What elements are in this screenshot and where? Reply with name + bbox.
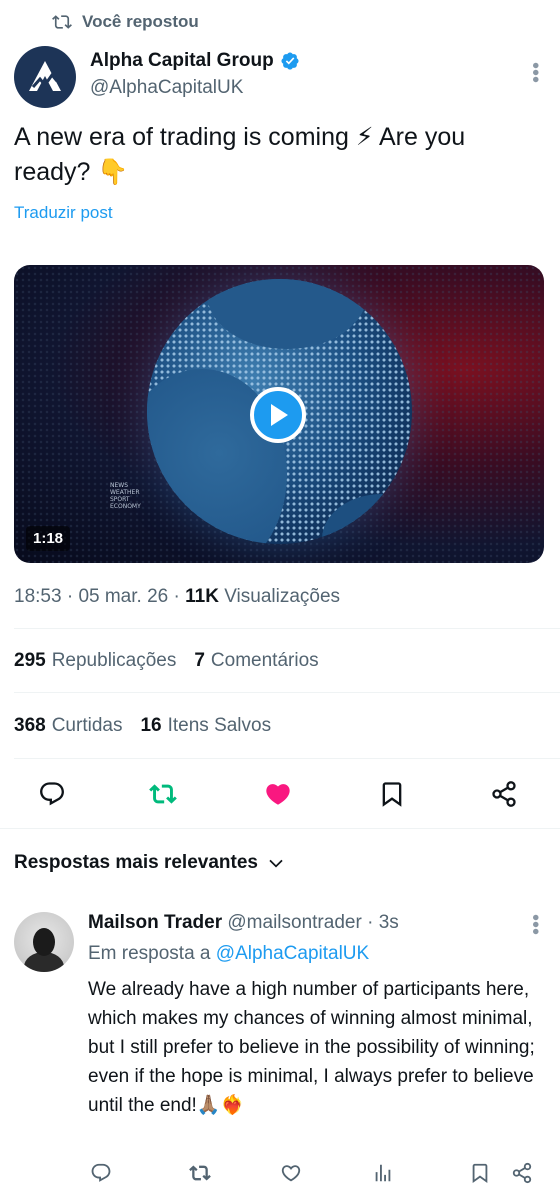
bookmark-icon[interactable]: [377, 779, 407, 809]
stats-row-1: 295 Republicações 7 Comentários: [14, 650, 319, 672]
reply-avatar[interactable]: [14, 912, 74, 972]
share-icon[interactable]: [489, 779, 519, 809]
reply-share-icon[interactable]: [509, 1160, 535, 1186]
divider: [14, 692, 560, 693]
play-icon: [271, 404, 288, 426]
divider: [14, 628, 560, 629]
more-options-icon[interactable]: •••: [524, 62, 546, 83]
replies-sort-label: Respostas mais relevantes: [14, 852, 258, 873]
reply-text: We already have a high number of partici…: [88, 979, 535, 1116]
views-label: Visualizações: [224, 586, 341, 607]
play-button[interactable]: [250, 387, 306, 443]
reply-author-handle: @mailsontrader: [227, 912, 362, 933]
reply-to-line: Em resposta a @AlphaCapitalUK: [88, 943, 369, 965]
replies-sort-dropdown[interactable]: Respostas mais relevantes: [14, 852, 284, 874]
chevron-down-icon: [269, 859, 283, 868]
tweet-meta: 18:53 · 05 mar. 26 · 11K Visualizações: [14, 586, 341, 607]
tweet-action-bar: [0, 775, 560, 815]
reply-like-icon[interactable]: [278, 1160, 304, 1186]
divider: [14, 758, 560, 759]
reply-icon[interactable]: [37, 779, 67, 809]
likes-stat[interactable]: 368 Curtidas: [14, 715, 122, 736]
author-handle: @AlphaCapitalUK: [90, 77, 244, 98]
repost-icon: [52, 15, 72, 29]
comments-stat[interactable]: 7 Comentários: [194, 650, 318, 671]
video-overlay-text: NEWS WEATHER SPORT ECONOMY: [110, 482, 141, 510]
reply-to-mention[interactable]: @AlphaCapitalUK: [216, 943, 369, 964]
views-count: 11K: [185, 586, 219, 607]
tweet-date: 05 mar. 26: [78, 586, 169, 607]
repost-label: Você repostou: [82, 12, 199, 31]
reply-bookmark-icon[interactable]: [467, 1160, 493, 1186]
video-duration: 1:18: [26, 526, 71, 551]
stats-row-2: 368 Curtidas 16 Itens Salvos: [14, 715, 271, 737]
divider: [0, 828, 560, 829]
reply-header: Mailson Trader @mailsontrader · 3s: [88, 912, 399, 933]
reposts-stat[interactable]: 295 Republicações: [14, 650, 176, 671]
repost-indicator: Você repostou: [52, 12, 199, 32]
reply-repost-icon[interactable]: [187, 1160, 213, 1186]
saved-stat[interactable]: 16 Itens Salvos: [140, 715, 271, 736]
reply-time: 3s: [378, 912, 399, 933]
author-name[interactable]: Alpha Capital Group: [90, 50, 274, 72]
verified-badge-icon: [281, 52, 299, 70]
author-block[interactable]: Alpha Capital Group @AlphaCapitalUK: [90, 50, 300, 99]
alpha-logo-icon: [29, 61, 61, 91]
reply-views-icon[interactable]: [370, 1160, 396, 1186]
reply-author-name[interactable]: Mailson Trader: [88, 912, 222, 933]
author-avatar[interactable]: [14, 46, 76, 108]
reply-to-prefix: Em resposta a: [88, 943, 211, 964]
tweet-time: 18:53: [14, 586, 62, 607]
reply-comment-icon[interactable]: [88, 1160, 114, 1186]
reply-more-options-icon[interactable]: •••: [524, 914, 546, 935]
video-player[interactable]: NEWS WEATHER SPORT ECONOMY 1:18: [14, 265, 544, 563]
like-icon[interactable]: [263, 779, 293, 809]
reply-action-bar: [0, 1160, 560, 1190]
translate-link[interactable]: Traduzir post: [14, 203, 113, 223]
tweet-text: A new era of trading is coming ⚡ Are you…: [14, 123, 466, 186]
repost-action-icon[interactable]: [148, 779, 178, 809]
